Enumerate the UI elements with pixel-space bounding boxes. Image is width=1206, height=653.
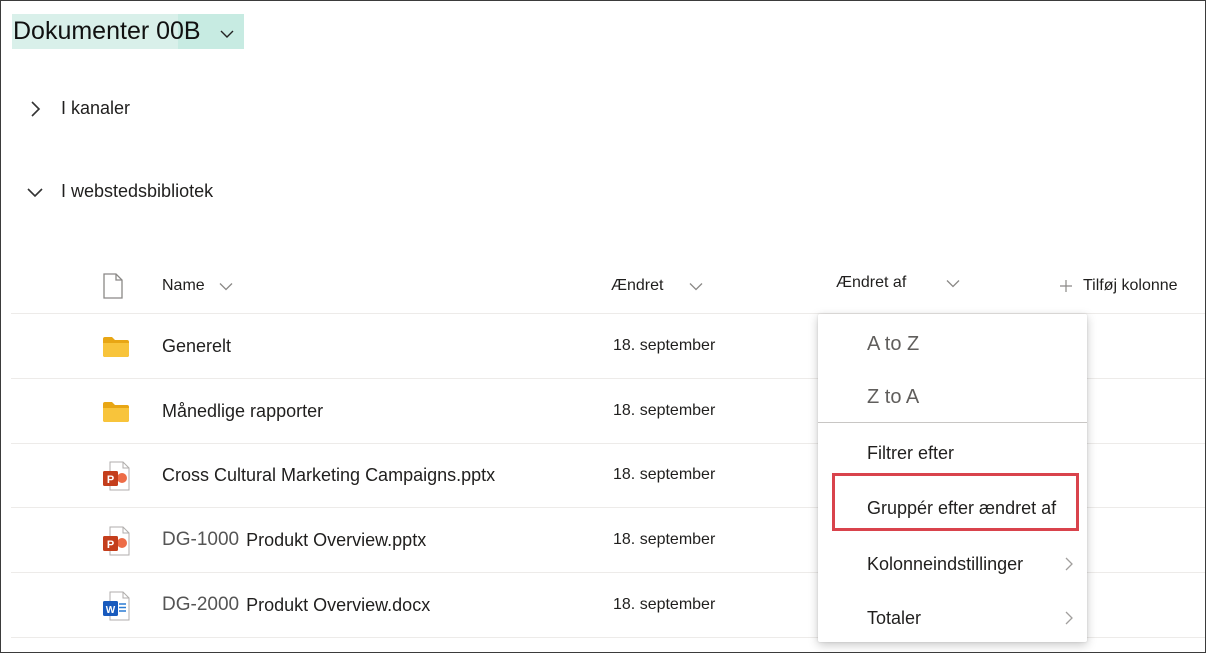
svg-text:P: P — [107, 474, 114, 486]
add-column-button[interactable]: Tilføj kolonne — [1060, 259, 1178, 313]
chevron-down-icon — [219, 282, 233, 291]
file-name-link[interactable]: Generelt — [162, 314, 231, 378]
chevron-down-icon[interactable] — [220, 26, 234, 44]
column-header-modified-by[interactable]: Ændret af — [836, 256, 960, 310]
folder-icon — [101, 397, 131, 427]
menu-item-totals[interactable]: Totaler — [818, 592, 1087, 644]
file-type-icon[interactable] — [102, 259, 124, 313]
folder-icon — [101, 332, 131, 362]
menu-item-label: Kolonneindstillinger — [867, 553, 1024, 574]
menu-item-label: Filtrer efter — [867, 442, 955, 463]
chevron-down-icon — [25, 182, 45, 202]
file-name-link[interactable]: Månedlige rapporter — [162, 379, 323, 443]
chevron-right-icon — [1065, 611, 1073, 625]
table-header: Name Ændret Ændret af Tilføj kolonne — [11, 259, 1205, 314]
chevron-down-icon — [689, 282, 703, 291]
modified-date: 18. september — [613, 596, 716, 613]
word-icon: W — [101, 591, 131, 621]
menu-item-label: Totaler — [867, 607, 922, 628]
column-context-menu: A to Z Z to A Filtrer efter Gruppér efte… — [818, 314, 1087, 642]
menu-item-column-settings[interactable]: Kolonneindstillinger — [818, 538, 1087, 590]
menu-item-sort-a-to-z[interactable]: A to Z — [818, 318, 1087, 370]
column-header-name[interactable]: Name — [162, 259, 233, 313]
chevron-down-icon — [946, 279, 960, 288]
section-label: I kanaler — [61, 98, 131, 118]
column-header-modified[interactable]: Ændret — [611, 259, 703, 313]
document-library-view: Dokumenter 00B I kanaler I webstedsbibli… — [0, 0, 1206, 653]
menu-item-group-by-modified-by[interactable]: Gruppér efter ændret af — [818, 482, 1087, 534]
file-name-link[interactable]: Cross Cultural Marketing Campaigns.pptx — [162, 443, 495, 507]
column-header-label: Name — [162, 277, 205, 294]
svg-text:P: P — [107, 539, 114, 551]
menu-divider — [818, 422, 1087, 423]
svg-text:W: W — [106, 605, 116, 616]
file-name: Cross Cultural Marketing Campaigns.pptx — [162, 464, 496, 485]
file-name-link[interactable]: DG-1000 Produkt Overview.pptx — [162, 508, 426, 572]
menu-item-label: Z to A — [867, 385, 920, 408]
column-header-label: Ændret af — [836, 274, 907, 291]
section-in-site-library[interactable]: I webstedsbibliotek — [25, 181, 213, 202]
modified-date: 18. september — [613, 402, 716, 419]
modified-date: 18. september — [613, 466, 716, 483]
section-label: I webstedsbibliotek — [61, 181, 214, 201]
chevron-right-icon — [25, 99, 45, 119]
menu-item-filter-by[interactable]: Filtrer efter — [818, 427, 1087, 479]
file-name: Generelt — [162, 335, 232, 356]
plus-icon — [1060, 280, 1072, 292]
document-id-prefix: DG-1000 — [162, 529, 240, 550]
file-name: Produkt Overview.docx — [246, 594, 431, 615]
menu-item-label: A to Z — [867, 332, 920, 355]
modified-date: 18. september — [613, 531, 716, 548]
add-column-label: Tilføj kolonne — [1083, 277, 1178, 294]
powerpoint-icon: P — [101, 526, 131, 556]
section-in-channels[interactable]: I kanaler — [25, 98, 130, 119]
chevron-right-icon — [1065, 557, 1073, 571]
library-title[interactable]: Dokumenter 00B — [12, 14, 244, 49]
library-title-text: Dokumenter 00B — [13, 17, 201, 45]
column-header-label: Ændret — [611, 277, 664, 294]
menu-item-sort-z-to-a[interactable]: Z to A — [818, 371, 1087, 423]
file-name: Månedlige rapporter — [162, 400, 324, 421]
modified-date: 18. september — [613, 337, 716, 354]
file-name-link[interactable]: DG-2000 Produkt Overview.docx — [162, 573, 430, 637]
menu-item-label: Gruppér efter ændret af — [867, 497, 1057, 518]
file-name: Produkt Overview.pptx — [246, 529, 427, 550]
powerpoint-icon: P — [101, 461, 131, 491]
document-id-prefix: DG-2000 — [162, 594, 240, 615]
